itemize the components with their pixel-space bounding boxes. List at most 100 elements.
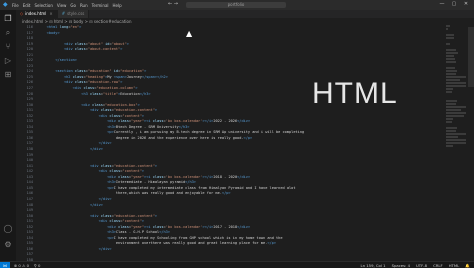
- tab-index-html[interactable]: ◇ index.html ×: [16, 10, 58, 18]
- command-center-search[interactable]: portfolio: [186, 2, 286, 8]
- code-token: >: [137, 102, 140, 107]
- code-token: </section>: [55, 58, 77, 63]
- minimap-line: [446, 70, 457, 72]
- minimap-line: [446, 43, 450, 45]
- close-button[interactable]: ✕: [460, 1, 472, 7]
- vertical-scrollbar[interactable]: [468, 25, 474, 261]
- code-token: <section: [55, 69, 73, 74]
- problems-indicator[interactable]: ⊗ 0 ⚠ 0: [14, 263, 29, 268]
- search-icon[interactable]: ⌕: [3, 28, 13, 38]
- code-token: </span></h2>: [141, 74, 168, 79]
- code-token: >: [126, 41, 129, 46]
- code-token: ></i>: [202, 224, 214, 229]
- menu-terminal[interactable]: Terminal: [92, 3, 109, 8]
- code-token: class: [98, 163, 112, 168]
- code-token: </p>: [243, 135, 253, 140]
- code-token: <html: [46, 25, 58, 29]
- minimap-line: [446, 115, 464, 117]
- minimap[interactable]: [446, 25, 466, 261]
- line-number-gutter: 116 117 118 119 120 121 122 123 124 125 126 127 128 1…: [16, 25, 36, 261]
- minimap-line: [446, 52, 458, 54]
- minimize-button[interactable]: —: [436, 1, 448, 7]
- code-token: <div: [63, 47, 73, 52]
- minimap-line: [446, 49, 456, 51]
- code-token: >: [79, 25, 82, 29]
- maximize-button[interactable]: ▢: [448, 1, 460, 7]
- code-area[interactable]: <html lang="en"> <body> <div class="abou…: [38, 25, 448, 258]
- code-token: <div: [63, 80, 73, 85]
- account-icon[interactable]: ◯: [3, 224, 13, 234]
- explorer-icon[interactable]: ❐: [3, 14, 13, 24]
- html-watermark: HTML: [312, 77, 398, 110]
- code-token: "title": [102, 91, 119, 96]
- scrollbar-thumb[interactable]: [468, 27, 474, 87]
- code-token: lang: [57, 25, 69, 29]
- code-token: class: [72, 80, 86, 85]
- minimap-line: [446, 55, 454, 57]
- code-token: "content": [122, 219, 142, 224]
- code-token: there,which was really good and enjoyabl…: [115, 191, 222, 196]
- language-mode[interactable]: HTML: [449, 263, 460, 268]
- tab-style-css[interactable]: # style.css: [57, 10, 90, 18]
- close-tab-icon[interactable]: ×: [49, 10, 52, 18]
- menu-run[interactable]: Run: [80, 3, 88, 8]
- title-bar: ◆ File Edit Selection View Go Run Termin…: [0, 0, 474, 10]
- code-token: class: [81, 86, 95, 91]
- code-token: class: [150, 174, 164, 179]
- code-editor[interactable]: 116 117 118 119 120 121 122 123 124 125 126 127 128 1…: [16, 25, 474, 261]
- menu-selection[interactable]: Selection: [34, 3, 52, 8]
- code-token: class: [72, 41, 86, 46]
- minimap-line: [446, 85, 466, 87]
- code-token: <div: [107, 174, 116, 179]
- menu-file[interactable]: File: [12, 3, 19, 8]
- code-token: </div>: [98, 141, 112, 146]
- code-token: class: [107, 169, 121, 174]
- minimap-line: [446, 67, 455, 69]
- remote-indicator-icon[interactable]: ⋈: [0, 261, 10, 268]
- code-token: 2018 - 2020: [213, 174, 238, 179]
- code-token: <div: [107, 224, 116, 229]
- extensions-icon[interactable]: ⊞: [3, 70, 13, 80]
- settings-gear-icon[interactable]: ⚙: [3, 240, 13, 250]
- code-token: <div: [98, 113, 108, 118]
- run-debug-icon[interactable]: ▷: [3, 56, 13, 66]
- line-endings[interactable]: CRLF: [433, 263, 443, 268]
- code-line[interactable]: [38, 252, 448, 258]
- code-token: "year": [131, 174, 145, 179]
- code-token: Class - G.H.P School: [115, 230, 160, 235]
- minimap-line: [446, 139, 466, 141]
- notifications-bell-icon[interactable]: 🔔: [465, 263, 470, 268]
- code-token: <div: [89, 163, 99, 168]
- code-token: class: [150, 224, 164, 229]
- encoding[interactable]: UTF-8: [416, 263, 427, 268]
- menu-edit[interactable]: Edit: [23, 3, 31, 8]
- menu-go[interactable]: Go: [70, 3, 76, 8]
- code-token: </h3>: [185, 180, 196, 185]
- menu-help[interactable]: Help: [113, 3, 122, 8]
- code-token: </div>: [89, 147, 103, 152]
- nav-arrows[interactable]: ← →: [168, 1, 178, 7]
- source-control-icon[interactable]: ⑂: [3, 42, 13, 52]
- ports-indicator[interactable]: ⚲ 0: [34, 263, 40, 268]
- indentation[interactable]: Spaces: 4: [392, 263, 410, 268]
- cursor-position[interactable]: Ln 159, Col 1: [361, 263, 386, 268]
- code-token: ></i>: [202, 119, 214, 124]
- menu-view[interactable]: View: [57, 3, 67, 8]
- html-file-icon: ◇: [20, 11, 24, 16]
- breadcrumb[interactable]: index.html > ⊟ html > ⊟ body > ⊟ section…: [16, 18, 474, 25]
- code-token: >: [144, 69, 147, 74]
